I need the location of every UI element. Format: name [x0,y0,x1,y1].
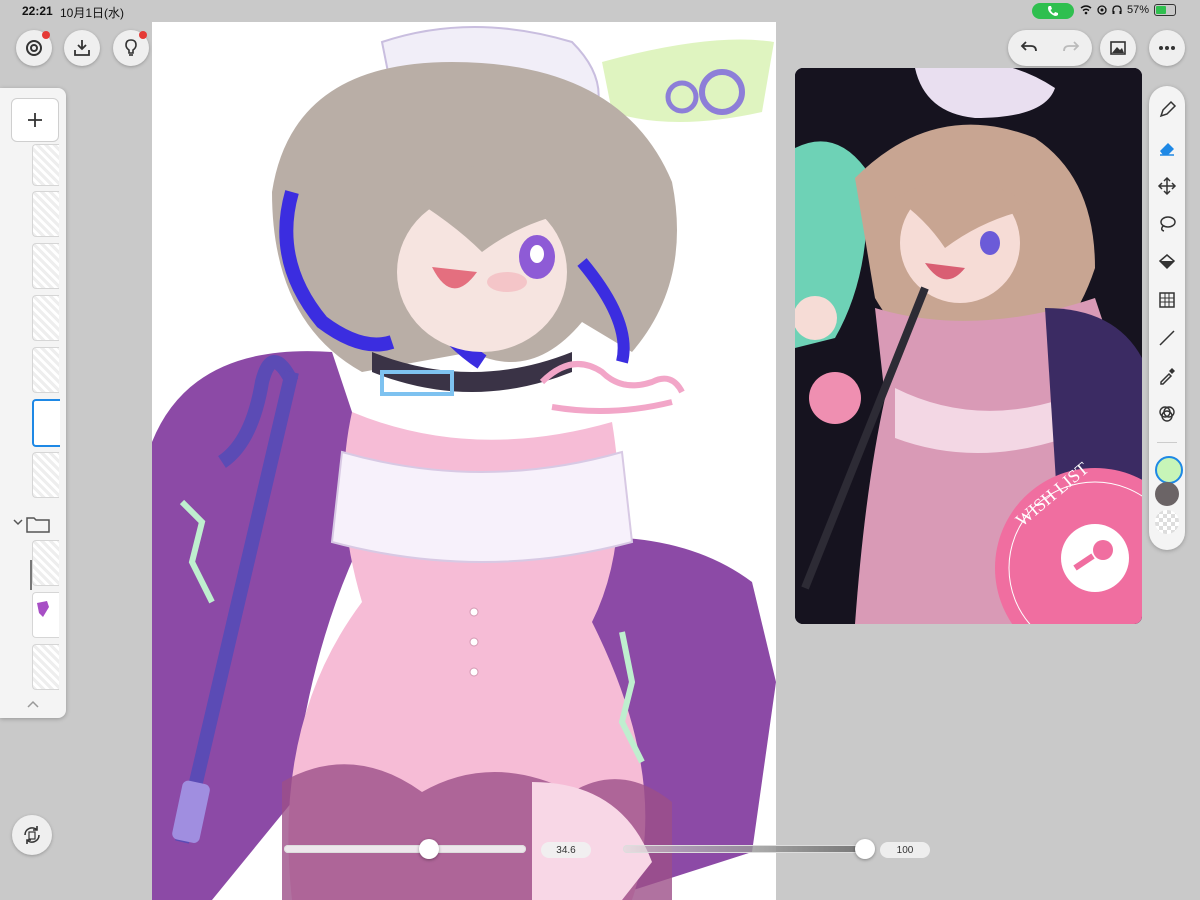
add-layer-button[interactable] [11,98,59,142]
tool-rail [1149,86,1185,550]
eraser-tool[interactable] [1155,136,1179,160]
fill-icon [1158,254,1176,270]
layer-panel [0,88,66,718]
reference-image-icon [1110,41,1126,55]
battery-fill [1156,6,1167,14]
import-button[interactable] [64,30,100,66]
tips-button[interactable] [113,30,149,66]
redo-button[interactable] [1061,36,1081,61]
drawing-canvas[interactable] [152,22,776,900]
transform-tool[interactable] [1155,288,1179,312]
rotate-canvas-button[interactable] [12,815,52,855]
chevron-up-icon [27,700,39,708]
transparent-color-swatch[interactable] [1155,510,1179,534]
pen-icon [1159,100,1177,118]
more-icon [1159,46,1175,50]
layer-thumbnail[interactable] [32,347,59,393]
rail-divider [1157,442,1177,443]
gallery-button[interactable] [16,30,52,66]
layer-thumbnail[interactable] [32,191,59,237]
opacity-slider[interactable] [623,845,865,853]
status-date: 10月1日(水) [60,6,125,20]
status-time: 22:21 [22,4,53,18]
line-tool[interactable] [1155,326,1179,350]
reference-artwork: WISH LIST [795,68,1142,624]
undo-redo-group [1008,30,1092,66]
color-mix-tool[interactable] [1155,402,1179,426]
brush-size-value: 34.6 [541,842,591,858]
wifi-icon [1080,5,1092,15]
folder-icon [13,517,50,533]
eraser-icon [1160,143,1174,156]
headphones-icon [1112,5,1122,14]
opacity-value: 100 [880,842,930,858]
status-bar: 22:21 10月1日(水) 57% [0,0,1200,22]
line-icon [1159,330,1175,346]
tips-icon [125,39,137,56]
layer-thumbnail[interactable] [32,644,59,690]
collapse-panel-button[interactable] [26,696,40,714]
notification-dot [139,31,147,39]
primary-color-swatch[interactable] [1155,456,1183,484]
reference-image-window[interactable]: WISH LIST [795,68,1142,624]
notification-dot [42,31,50,39]
gallery-icon [26,40,42,56]
move-icon [1157,176,1177,196]
undo-icon [1020,40,1037,51]
layer-thumbnail[interactable] [32,592,59,638]
secondary-color-swatch[interactable] [1155,482,1179,506]
more-button[interactable] [1149,30,1185,66]
layer-thumbnail-selected[interactable] [32,399,60,447]
plus-icon [28,113,42,127]
battery-percent: 57% [1127,4,1150,16]
layer-folder[interactable] [12,514,52,539]
lasso-icon [1160,216,1176,232]
import-icon [74,40,90,56]
canvas-artwork [152,26,776,900]
battery-icon [1154,4,1177,16]
clipping-indicator [30,560,32,590]
reference-image-button[interactable] [1100,30,1136,66]
pen-tool[interactable] [1155,98,1179,122]
eyedropper-icon [1160,368,1175,385]
fill-tool[interactable] [1155,250,1179,274]
undo-button[interactable] [1019,36,1039,61]
color-mix-icon [1159,406,1175,422]
layer-thumbnail[interactable] [32,452,59,498]
layer-thumbnail[interactable] [32,295,59,341]
status-icons: 57% [1080,4,1177,16]
layer-thumbnail[interactable] [32,243,59,289]
move-tool[interactable] [1155,174,1179,198]
rotate-icon [24,826,40,844]
brush-size-slider[interactable] [284,845,526,853]
opacity-knob[interactable] [855,839,875,859]
lasso-tool[interactable] [1155,212,1179,236]
layer-thumbnail[interactable] [32,144,59,186]
redo-icon [1063,40,1080,51]
layer-thumbnail[interactable] [32,540,59,586]
call-indicator[interactable] [1032,3,1074,19]
eyedropper-tool[interactable] [1155,364,1179,388]
location-icon [1097,5,1107,15]
transform-icon [1159,292,1175,308]
phone-icon [1048,6,1058,16]
